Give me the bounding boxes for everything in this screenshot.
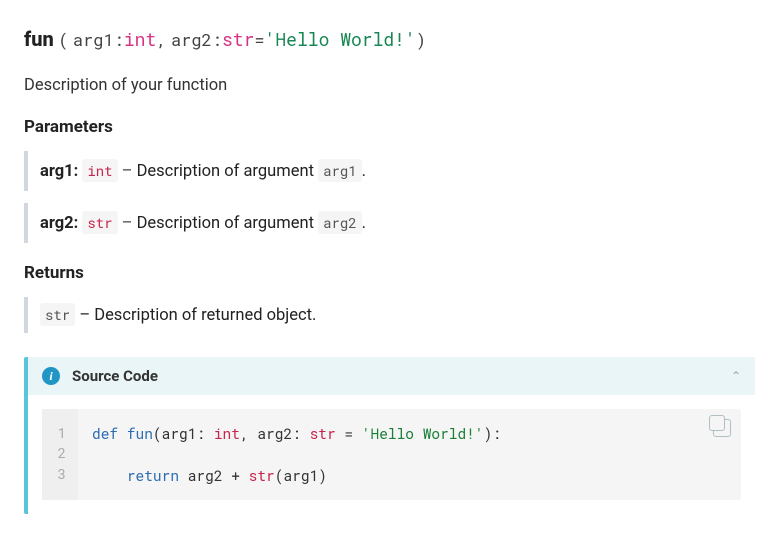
parameter-block: arg2: str – Description of argument arg2… (24, 203, 755, 243)
arg2-type: str (222, 27, 254, 51)
return-desc: Description of returned object. (94, 306, 316, 325)
arg1-name: arg1 (73, 28, 114, 51)
param-desc: Description of argument (137, 214, 318, 233)
arg2-name: arg2 (171, 28, 212, 51)
line-number-gutter: 1 2 3 (42, 409, 78, 500)
arg1-type: int (124, 27, 156, 51)
source-code-header[interactable]: i Source Code ⌃ (28, 357, 755, 395)
param-name: arg2: (40, 214, 78, 233)
code-area: def fun(arg1: int, arg2: str = 'Hello Wo… (78, 409, 741, 500)
source-code-body: 1 2 3 def fun(arg1: int, arg2: str = 'He… (28, 395, 755, 514)
returns-heading: Returns (24, 263, 755, 283)
parameters-heading: Parameters (24, 117, 755, 137)
copy-icon[interactable] (713, 419, 731, 437)
param-type-tag: int (82, 159, 117, 182)
paren-open: ( (58, 28, 68, 51)
param-ref: arg1 (318, 159, 362, 182)
chevron-up-icon: ⌃ (731, 369, 741, 383)
line-number: 1 (50, 423, 70, 443)
source-code-panel: i Source Code ⌃ 1 2 3 def fun(arg1: int,… (24, 357, 755, 514)
line-number: 3 (50, 464, 70, 484)
returns-block: str – Description of returned object. (24, 297, 755, 333)
function-signature: fun ( arg1:int, arg2:str='Hello World!') (24, 24, 755, 54)
parameter-block: arg1: int – Description of argument arg1… (24, 151, 755, 191)
source-code-label: Source Code (72, 367, 158, 385)
return-type-tag: str (40, 303, 75, 326)
paren-close: ) (416, 28, 426, 51)
param-type-tag: str (82, 211, 117, 234)
param-ref: arg2 (318, 211, 362, 234)
code-block: 1 2 3 def fun(arg1: int, arg2: str = 'He… (42, 409, 741, 500)
line-number: 2 (50, 443, 70, 463)
param-name: arg1: (40, 162, 78, 181)
arg2-default: 'Hello World!' (265, 27, 416, 51)
function-name: fun (24, 27, 54, 51)
info-icon: i (42, 367, 60, 385)
function-description: Description of your function (24, 76, 755, 95)
param-desc: Description of argument (137, 162, 318, 181)
